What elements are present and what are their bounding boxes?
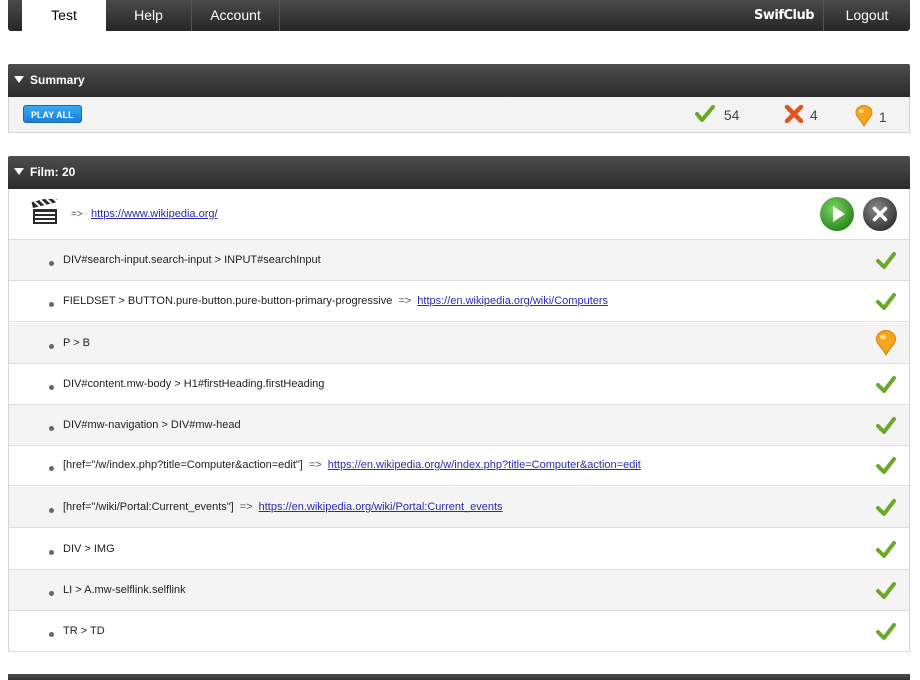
step-selector: DIV > IMG [63,543,115,555]
warning-count-value: 1 [878,109,887,125]
step-selector: DIV#content.mw-body > H1#firstHeading.fi… [63,378,324,390]
checkmark-icon [876,541,896,558]
step-selector-text: DIV#content.mw-body > H1#firstHeading.fi… [63,378,325,390]
play-all-button[interactable]: PLAY ALL [23,105,82,123]
play-button[interactable] [820,197,854,231]
step-url-link[interactable]: https://en.wikipedia.org/wiki/Portal:Cur… [259,501,503,513]
summary-header[interactable]: Summary [8,64,910,97]
step-row: LI > A.mw-selflink.selflink [9,570,909,611]
bullet-icon [49,591,54,596]
step-status [875,291,897,313]
step-url-link[interactable]: https://en.wikipedia.org/w/index.php?tit… [328,459,641,471]
step-row: P > B [9,323,909,364]
close-icon [872,206,888,222]
step-row: FIELDSET > BUTTON.pure-button.pure-butto… [9,281,909,322]
step-row: [href="/w/index.php?title=Computer&actio… [9,445,909,486]
film-body: => https://www.wikipedia.org/ DIV#search… [8,189,910,652]
bullet-icon [49,466,54,471]
tab-help[interactable]: Help [106,0,192,31]
step-selector-text: [href="/w/index.php?title=Computer&actio… [63,459,303,471]
step-arrow: => [398,295,412,307]
checkmark-icon [876,376,896,393]
step-status [875,250,897,272]
step-status [875,539,897,561]
step-selector-text: FIELDSET > BUTTON.pure-button.pure-butto… [63,295,393,307]
checkmark-icon [695,105,715,122]
collapse-triangle-icon [14,168,24,175]
step-arrow: => [308,459,322,471]
step-row: DIV#content.mw-body > H1#firstHeading.fi… [9,364,909,405]
next-panel-header[interactable] [8,674,910,680]
checkmark-icon [876,623,896,640]
cross-icon [784,104,804,124]
play-icon [833,206,845,222]
step-selector: DIV#mw-navigation > DIV#mw-head [63,419,241,431]
step-status [875,415,897,437]
failed-count: 4 [784,104,818,125]
tab-test[interactable]: Test [22,0,106,33]
bullet-icon [49,302,54,307]
step-row: DIV#mw-navigation > DIV#mw-head [9,405,909,446]
logout-button[interactable]: Logout [823,0,910,31]
pin-icon [875,330,897,357]
collapse-triangle-icon [14,76,24,83]
failed-count-value: 4 [809,107,818,123]
warning-count: 1 [855,105,887,128]
step-selector-text: DIV#search-input.search-input > INPUT#se… [63,254,321,266]
checkmark-icon [876,417,896,434]
step-selector-text: DIV > IMG [63,543,115,555]
brand-logo[interactable]: SwifClub [754,0,815,31]
step-arrow: => [239,501,253,513]
checkmark-icon [876,582,896,599]
film-header[interactable]: Film: 20 [8,156,910,189]
film-url-link[interactable]: https://www.wikipedia.org/ [91,208,218,220]
bullet-icon [49,385,54,390]
step-selector-text: LI > A.mw-selflink.selflink [63,584,186,596]
step-selector-text: DIV#mw-navigation > DIV#mw-head [63,419,241,431]
summary-body: PLAY ALL 54 4 1 [8,97,910,133]
bullet-icon [49,344,54,349]
step-status [875,374,897,396]
passed-count-value: 54 [723,107,740,123]
film-title: Film: 20 [30,165,76,179]
step-url-link[interactable]: https://en.wikipedia.org/wiki/Computers [417,295,608,307]
step-status [875,621,897,643]
bullet-icon [49,550,54,555]
step-selector: FIELDSET > BUTTON.pure-button.pure-butto… [63,295,608,307]
bullet-icon [49,508,54,513]
checkmark-icon [876,252,896,269]
tab-account[interactable]: Account [192,0,280,31]
step-selector-text: TR > TD [63,625,105,637]
step-selector: LI > A.mw-selflink.selflink [63,584,186,596]
step-row: [href="/wiki/Portal:Current_events"] => ht… [9,487,909,528]
step-status [875,455,897,477]
clapperboard-icon [31,199,58,224]
top-nav: Test Help Account SwifClub Logout [8,0,910,33]
step-status [875,497,897,519]
bullet-icon [49,426,54,431]
bullet-icon [49,261,54,266]
bullet-icon [49,632,54,637]
checkmark-icon [876,293,896,310]
passed-count: 54 [695,105,739,125]
summary-title: Summary [30,73,85,87]
film-arrow: => [71,209,83,220]
step-selector: [href="/wiki/Portal:Current_events"] => ht… [63,501,503,513]
checkmark-icon [876,457,896,474]
step-row: DIV > IMG [9,529,909,570]
checkmark-icon [876,499,896,516]
step-row: DIV#search-input.search-input > INPUT#se… [9,240,909,281]
pin-icon [855,105,873,128]
step-selector: [href="/w/index.php?title=Computer&actio… [63,459,641,471]
step-selector: P > B [63,337,90,349]
step-status [875,330,897,357]
step-selector: DIV#search-input.search-input > INPUT#se… [63,254,321,266]
step-selector-text: [href="/wiki/Portal:Current_events"] [63,501,234,513]
step-selector: TR > TD [63,625,105,637]
step-selector-text: P > B [63,337,91,349]
film-url-row: => https://www.wikipedia.org/ [9,189,909,240]
remove-button[interactable] [863,197,897,231]
step-status [875,580,897,602]
step-row: TR > TD [9,611,909,652]
